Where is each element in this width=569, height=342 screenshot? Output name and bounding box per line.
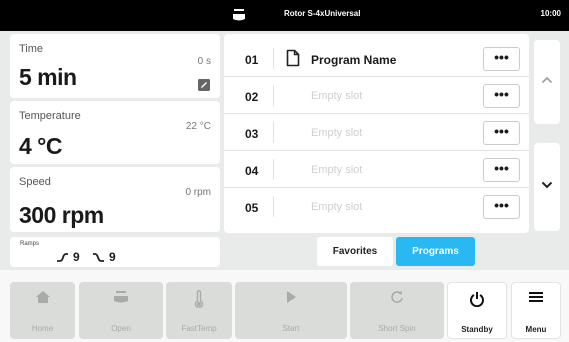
hamburger-menu-icon <box>529 292 543 302</box>
program-row-03[interactable]: 03 Empty slot ••• <box>224 114 529 151</box>
open-label: Open <box>111 324 131 333</box>
program-row-04[interactable]: 04 Empty slot ••• <box>224 151 529 188</box>
rotor-open-icon <box>114 291 128 303</box>
temperature-current-value: 22 °C <box>185 121 211 132</box>
standby-button[interactable]: Standby <box>447 282 507 339</box>
program-options-button[interactable]: ••• <box>483 47 520 71</box>
time-parameter-card[interactable]: Time 0 s 5 min <box>10 34 220 98</box>
open-lid-button[interactable]: Open <box>79 282 163 339</box>
scroll-up-button[interactable] <box>534 40 560 124</box>
program-options-button[interactable]: ••• <box>483 195 520 219</box>
file-icon <box>286 49 300 67</box>
start-label: Start <box>282 324 300 333</box>
row-divider <box>273 159 274 180</box>
ramp-down-value: 9 <box>109 250 116 264</box>
status-bar: Rotor S-4xUniversal 10:00 <box>0 0 569 31</box>
chevron-down-icon <box>541 181 553 189</box>
program-options-button[interactable]: ••• <box>483 121 520 145</box>
time-setpoint: 5 min <box>19 64 77 90</box>
program-options-button[interactable]: ••• <box>483 158 520 182</box>
fasttemp-button[interactable]: FastTemp <box>166 282 232 339</box>
temperature-parameter-card[interactable]: Temperature 22 °C 4 °C <box>10 101 220 164</box>
speed-label: Speed <box>19 176 51 188</box>
rotor-icon <box>233 9 245 21</box>
program-row-02[interactable]: 02 Empty slot ••• <box>224 77 529 114</box>
chevron-up-icon <box>541 76 553 84</box>
menu-button[interactable]: Menu <box>511 282 561 339</box>
program-number: 01 <box>245 53 259 67</box>
temperature-setpoint: 4 °C <box>19 133 63 159</box>
ramp-up-value: 9 <box>73 250 80 264</box>
ramp-down-icon <box>93 252 104 262</box>
standby-label: Standby <box>461 325 493 334</box>
ramps-label: Ramps <box>20 241 40 247</box>
speed-setpoint: 300 rpm <box>19 202 104 228</box>
program-list: 01 Program Name ••• 02 Empty slot ••• 03… <box>224 34 529 233</box>
program-number: 04 <box>245 164 259 178</box>
home-button[interactable]: Home <box>10 282 75 339</box>
time-label: Time <box>19 43 44 55</box>
clock: 10:00 <box>540 9 561 18</box>
tab-favorites[interactable]: Favorites <box>317 237 393 266</box>
ramp-up-icon <box>57 252 68 262</box>
scroll-down-button[interactable] <box>534 143 560 231</box>
program-name: Empty slot <box>311 127 363 139</box>
speed-current-value: 0 rpm <box>185 187 211 198</box>
program-name: Program Name <box>311 53 397 67</box>
home-label: Home <box>31 324 54 333</box>
program-name: Empty slot <box>311 201 363 213</box>
refresh-icon <box>391 290 403 303</box>
short-spin-button[interactable]: Short Spin <box>350 282 444 339</box>
row-divider <box>273 196 274 217</box>
home-icon <box>35 291 50 303</box>
play-icon <box>287 291 296 303</box>
thermometer-icon <box>194 290 204 308</box>
bottom-navigation: Home Open FastTemp Start Short Spin Stan… <box>0 270 569 342</box>
power-icon <box>470 292 484 307</box>
tab-programs[interactable]: Programs <box>396 237 475 266</box>
time-current-value: 0 s <box>197 56 211 67</box>
row-divider <box>273 122 274 143</box>
temperature-label: Temperature <box>19 110 81 122</box>
program-name: Empty slot <box>311 90 363 102</box>
program-number: 02 <box>245 90 259 104</box>
ramps-card[interactable]: Ramps 9 9 <box>10 237 220 267</box>
ramp-down: 9 <box>92 250 116 264</box>
program-name: Empty slot <box>311 164 363 176</box>
row-divider <box>273 48 274 69</box>
speed-parameter-card[interactable]: Speed 0 rpm 300 rpm <box>10 167 220 232</box>
ramp-up: 9 <box>56 250 80 264</box>
row-divider <box>273 85 274 106</box>
start-button[interactable]: Start <box>235 282 347 339</box>
program-options-button[interactable]: ••• <box>483 84 520 108</box>
program-number: 05 <box>245 201 259 215</box>
menu-label: Menu <box>525 325 547 334</box>
program-row-01[interactable]: 01 Program Name ••• <box>224 40 529 77</box>
fasttemp-label: FastTemp <box>181 324 217 333</box>
rotor-name: Rotor S-4xUniversal <box>284 9 361 18</box>
program-number: 03 <box>245 127 259 141</box>
short-spin-label: Short Spin <box>378 324 416 333</box>
program-row-05[interactable]: 05 Empty slot ••• <box>224 188 529 225</box>
edit-icon <box>198 79 210 91</box>
